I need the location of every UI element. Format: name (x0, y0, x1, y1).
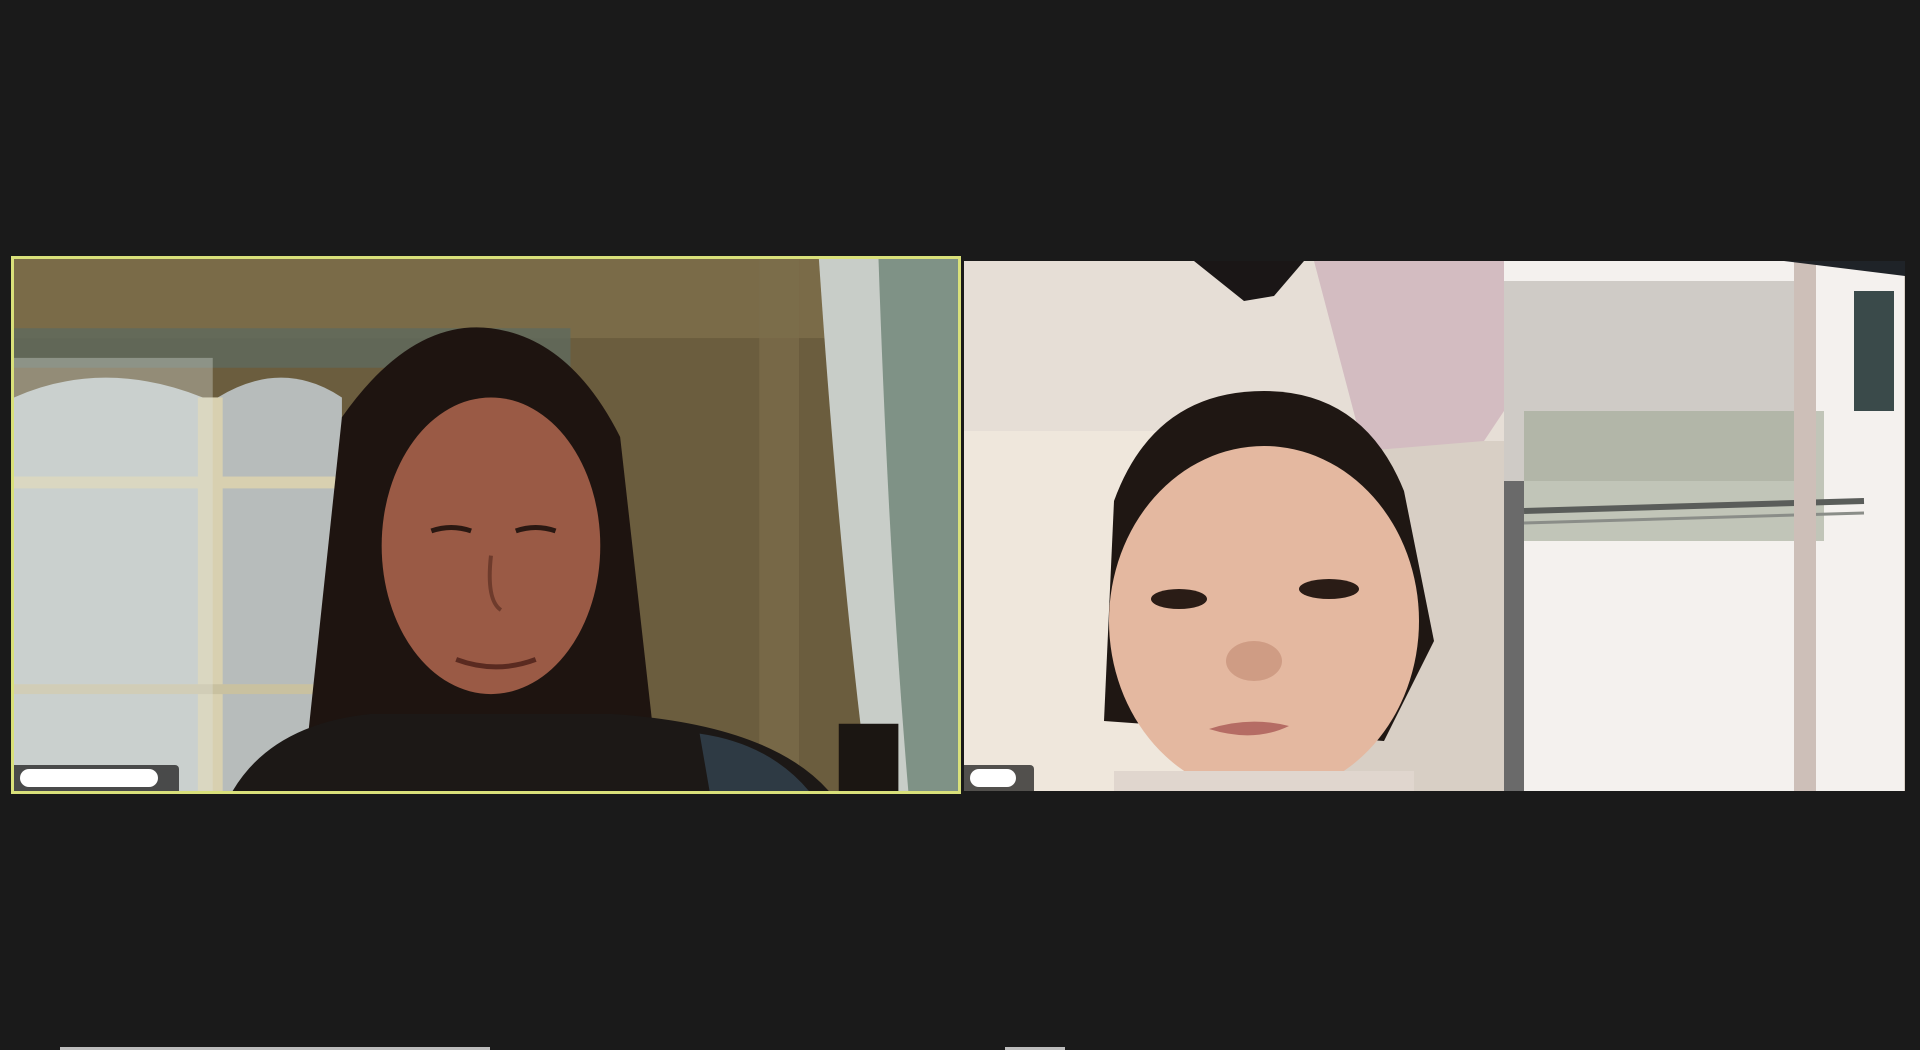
meeting-gallery-view (0, 0, 1920, 1050)
name-redaction-mark (20, 769, 158, 787)
video-tile-active-speaker[interactable] (11, 256, 961, 794)
participant-name-tag (14, 765, 179, 791)
participant-name-tag (964, 765, 1034, 791)
name-redaction-mark (970, 769, 1016, 787)
video-tile-participant[interactable] (964, 261, 1905, 791)
participant-video (14, 259, 958, 791)
participant-video (964, 261, 1905, 791)
